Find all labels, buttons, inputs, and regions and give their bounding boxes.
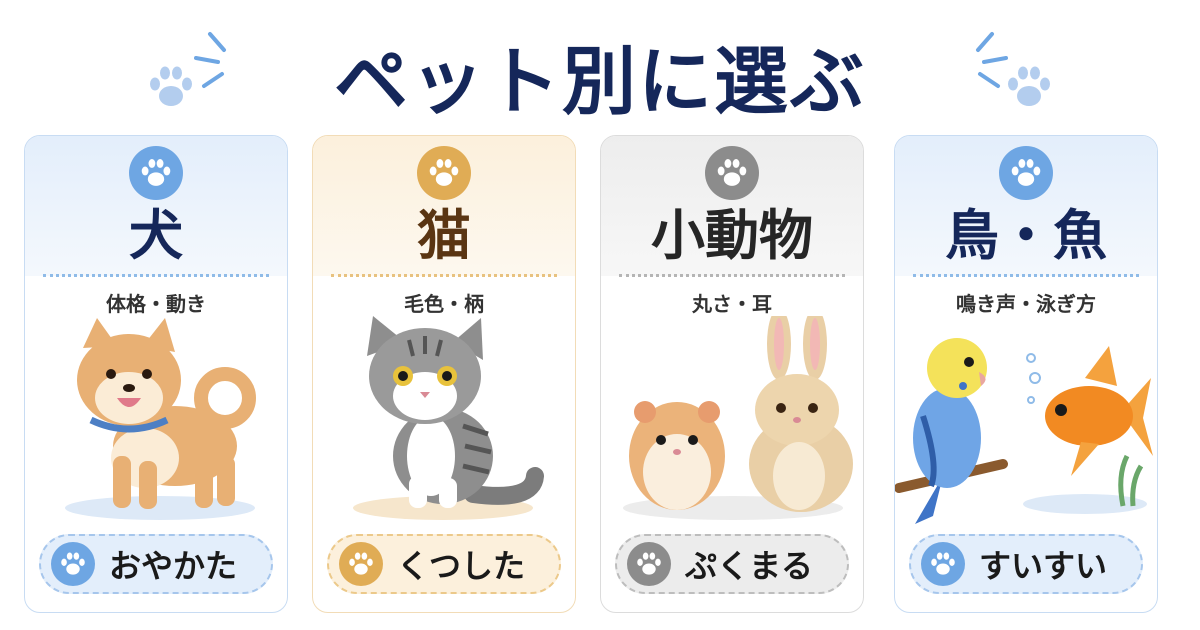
pet-category-cards: 犬 体格・動き おやかた 猫 毛色・柄 くつした 小動物 丸さ・耳 ぷくまる 鳥… xyxy=(24,135,1176,613)
card-birds-fish[interactable]: 鳥・魚 鳴き声・泳ぎ方 すいすい xyxy=(894,135,1158,613)
card-dog[interactable]: 犬 体格・動き おやかた xyxy=(24,135,288,613)
paw-icon xyxy=(51,542,95,586)
shiba-dog-illustration xyxy=(65,318,256,520)
card-feature: 体格・動き xyxy=(106,292,206,316)
card-small-animals[interactable]: 小動物 丸さ・耳 ぷくまる xyxy=(600,135,864,613)
card-feature: 毛色・柄 xyxy=(404,292,484,316)
divider xyxy=(331,274,557,277)
pet-name: くつした xyxy=(396,547,525,585)
divider xyxy=(913,274,1139,277)
paw-icon xyxy=(1008,66,1050,106)
hamster-rabbit-illustration xyxy=(623,316,853,520)
card-title: 小動物 xyxy=(651,204,813,267)
pet-name: ぷくまる xyxy=(684,547,813,585)
card-feature: 丸さ・耳 xyxy=(692,292,772,316)
budgie-goldfish-illustration xyxy=(895,338,1153,524)
paw-icon xyxy=(999,146,1053,200)
paw-icon xyxy=(417,146,471,200)
paw-icon xyxy=(705,146,759,200)
sparkle-lines-right-icon xyxy=(976,32,1008,88)
card-title: 鳥・魚 xyxy=(945,204,1107,267)
divider xyxy=(43,274,269,277)
paw-icon xyxy=(339,542,383,586)
card-feature: 鳴き声・泳ぎ方 xyxy=(956,292,1096,316)
name-pill[interactable]: くつした xyxy=(327,534,561,594)
paw-icon xyxy=(921,542,965,586)
card-title: 犬 xyxy=(129,204,183,267)
tabby-cat-illustration xyxy=(353,316,544,520)
card-cat[interactable]: 猫 毛色・柄 くつした xyxy=(312,135,576,613)
paw-icon xyxy=(627,542,671,586)
name-pill[interactable]: すいすい xyxy=(909,534,1143,594)
divider xyxy=(619,274,845,277)
card-title: 猫 xyxy=(417,204,471,267)
pet-name: おやかた xyxy=(108,547,237,585)
name-pill[interactable]: おやかた xyxy=(39,534,273,594)
pet-name: すいすい xyxy=(978,547,1107,585)
paw-icon xyxy=(129,146,183,200)
name-pill[interactable]: ぷくまる xyxy=(615,534,849,594)
header: ペット別に選ぶ xyxy=(0,0,1200,130)
